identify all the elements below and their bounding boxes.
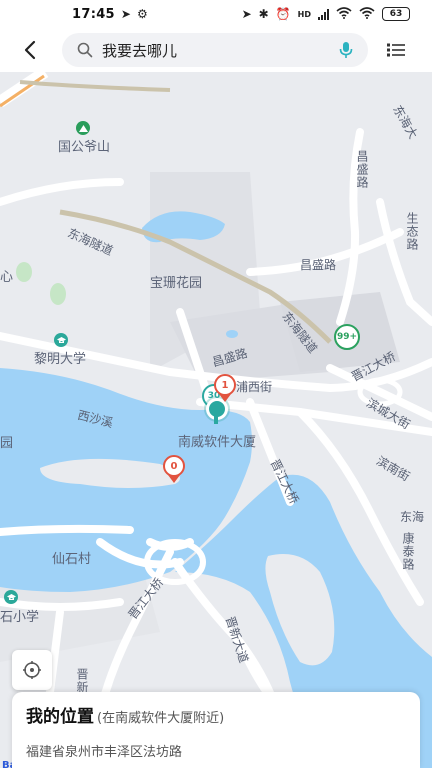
search-icon [77,42,93,58]
mountain-poi-icon [76,121,90,135]
marker-pin-0-tip [168,475,180,483]
road-label-changsheng-1: 昌盛路 [300,258,337,272]
place-label-baoshan-garden: 宝珊花园 [150,276,203,291]
wifi-icon [336,6,352,22]
place-label-shixiao: 石小学 [0,610,40,625]
microphone-icon[interactable] [338,41,354,59]
alarm-icon: ⏰ [275,7,291,21]
poi-cluster-badge-green[interactable]: 99+ [334,324,360,350]
back-button[interactable] [8,28,52,72]
location-info-card[interactable]: 我的位置 (在南威软件大厦附近) 福建省泉州市丰泽区法坊路 [12,692,420,768]
status-left: 17:45 ➤ ⚙ [72,7,148,22]
road-label-kangtai: 康泰路 [401,532,415,571]
place-label-xin: 心 [0,270,14,285]
road-label-donghai: 东海 [400,510,425,524]
status-right: ➤ ✱ ⏰ HD 63 [241,6,410,22]
marker-pin-1-tip [219,394,231,402]
wifi-icon-2 [359,6,375,22]
settings-gear-icon: ⚙ [136,7,148,21]
locate-target-icon [23,661,41,679]
card-nearby: (在南威软件大厦附近) [97,711,225,726]
network-type-icon: HD [297,9,311,19]
search-placeholder: 我要去哪儿 [102,41,178,60]
list-menu-icon [387,43,405,57]
location-arrow-icon: ➤ [120,7,131,21]
status-bar: 17:45 ➤ ⚙ ➤ ✱ ⏰ HD 63 [0,0,432,28]
search-input[interactable]: 我要去哪儿 [62,33,368,67]
location-marker-stem [214,416,218,424]
road-label-changsheng-3: 昌盛路 [355,150,369,189]
list-menu-button[interactable] [374,28,418,72]
marker-pin-0-label: 0 [163,455,185,477]
road-label-shengtai: 生态路 [405,212,419,251]
search-header: 我要去哪儿 [0,28,432,72]
marker-pin-1-label: 1 [214,374,236,396]
status-time: 17:45 [72,6,115,22]
card-title: 我的位置 [26,707,94,727]
bluetooth-icon: ✱ [258,7,269,21]
back-arrow-icon [24,40,36,60]
battery-icon: 63 [382,7,410,21]
place-label-guogong: 国公爷山 [58,140,111,155]
marker-pin-1[interactable]: 1 [214,374,236,402]
place-label-nanwei-building: 南威软件大厦 [178,435,257,450]
location-arrow-status-icon: ➤ [241,7,252,21]
place-label-xianshi-village: 仙石村 [52,552,92,567]
place-label-yuan: 园 [0,436,14,451]
card-title-row: 我的位置 (在南威软件大厦附近) [26,702,406,727]
road-label-puxi-street: 浦西街 [236,380,273,394]
place-label-liming-univ: 黎明大学 [34,352,87,367]
school-poi-icon [54,333,68,347]
school-poi-icon-2 [4,590,18,604]
marker-pin-0[interactable]: 0 [163,455,185,483]
card-address: 福建省泉州市丰泽区法坊路 [26,745,183,760]
cell-signal-icon [318,8,329,20]
map-view[interactable]: 国公爷山 宝珊花园 黎明大学 南威软件大厦 仙石村 石小学 园 心 东海隧道 东… [0,72,432,768]
locate-button[interactable] [12,650,52,690]
